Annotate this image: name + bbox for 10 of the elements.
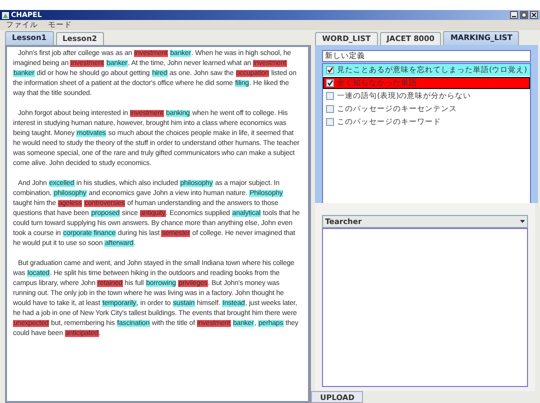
close-icon[interactable] (530, 11, 538, 19)
app-icon (2, 12, 9, 18)
checkbox[interactable] (326, 79, 334, 87)
checkbox[interactable] (326, 105, 334, 113)
text-area[interactable] (322, 228, 528, 387)
maximize-icon[interactable] (520, 11, 528, 19)
checkbox[interactable] (326, 92, 334, 100)
checkbox[interactable] (326, 118, 334, 126)
minimize-icon[interactable] (510, 11, 518, 19)
checkbox[interactable] (326, 66, 334, 74)
